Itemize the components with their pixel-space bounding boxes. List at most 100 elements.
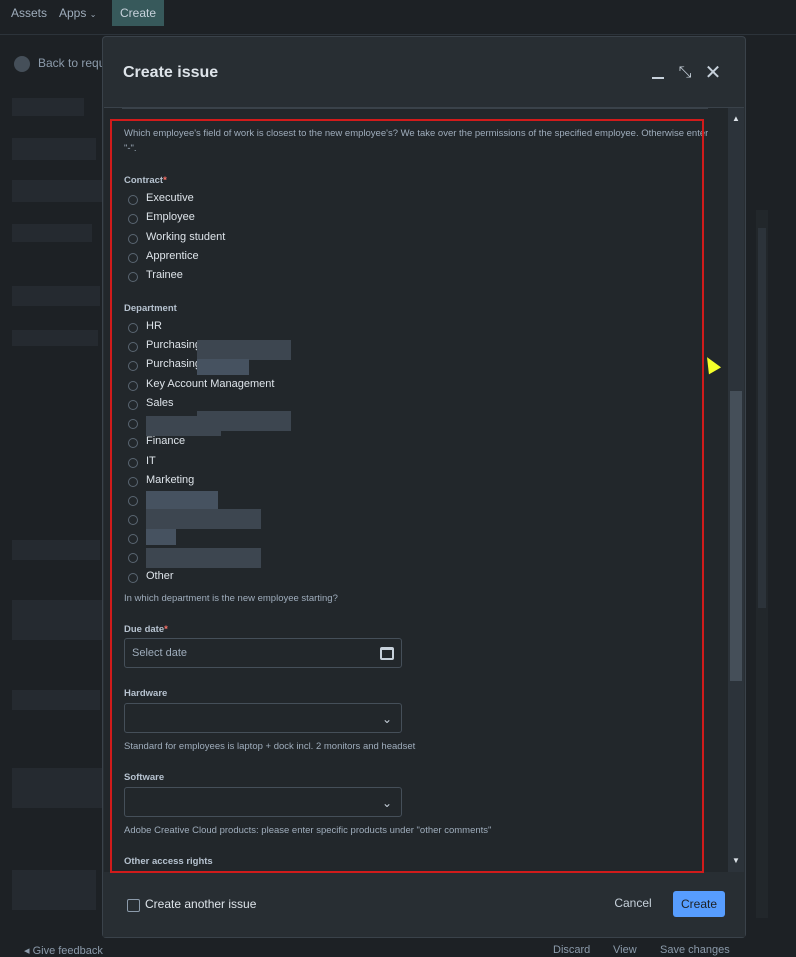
scroll-up-icon[interactable]: ▲ [731, 114, 741, 124]
page-scrollbar[interactable] [756, 210, 768, 918]
blurred-content [12, 286, 100, 306]
radio-circle [128, 534, 138, 544]
radio-circle [128, 400, 138, 410]
view-button[interactable]: View [613, 944, 637, 956]
dialog-body: Which employee's field of work is closes… [104, 107, 744, 872]
contract-label: Contract* [124, 175, 167, 186]
blurred-content [12, 690, 100, 710]
megaphone-icon: ◂ [24, 945, 33, 957]
department-hint: In which department is the new employee … [124, 593, 338, 604]
close-icon[interactable]: ✕ [704, 63, 722, 83]
give-feedback-label: Give feedback [32, 945, 103, 957]
radio-label: Finance [146, 435, 186, 447]
blurred-content [12, 600, 102, 640]
radio-circle [128, 438, 138, 448]
radio-circle [128, 272, 138, 282]
hardware-label: Hardware [124, 688, 168, 699]
radio-label: Employee [146, 211, 195, 223]
chevron-down-icon: ⌄ [89, 10, 97, 19]
radio-circle [128, 361, 138, 371]
radio-label: IT [146, 455, 156, 467]
hardware-select[interactable]: ⌄ [124, 703, 402, 733]
redacted-text [146, 491, 218, 509]
scroll-down-icon[interactable]: ▼ [731, 856, 741, 866]
radio-label: Trainee [146, 269, 183, 281]
discard-button[interactable]: Discard [553, 944, 590, 956]
radio-circle [128, 234, 138, 244]
radio-label: Apprentice [146, 250, 199, 262]
create-another-label[interactable]: Create another issue [145, 897, 256, 911]
blurred-content [12, 768, 102, 808]
back-link-label: Back to reque [38, 56, 113, 71]
chevron-down-icon: ⌄ [381, 712, 393, 726]
save-changes-button[interactable]: Save changes [660, 944, 730, 956]
radio-circle [128, 515, 138, 525]
redacted-text [146, 529, 176, 545]
software-label: Software [124, 772, 165, 783]
calendar-icon[interactable] [380, 647, 394, 660]
nav-apps[interactable]: Apps ⌄ [59, 6, 96, 20]
dialog-scrollbar-thumb[interactable] [730, 391, 742, 681]
radio-label: Purchasing [146, 339, 202, 351]
intro-hint-text-2: "-". [124, 143, 137, 154]
radio-circle [128, 573, 138, 583]
redacted-text [146, 509, 261, 529]
department-label: Department [124, 303, 177, 314]
dialog-scrollbar[interactable]: ▲ ▼ [728, 108, 744, 872]
contract-label-text: Contract [124, 175, 164, 186]
back-to-request-link[interactable]: Back to reque [14, 56, 112, 72]
create-button[interactable]: Create [673, 891, 725, 917]
redacted-text [146, 548, 261, 568]
radio-label: Sales [146, 397, 174, 409]
redacted-text [146, 416, 221, 436]
radio-label: Marketing [146, 474, 195, 486]
blurred-content [12, 180, 102, 202]
form-content: Which employee's field of work is closes… [104, 108, 708, 872]
nav-create-button[interactable]: Create [112, 0, 164, 26]
dialog-footer: Create another issue Cancel Create [103, 872, 745, 937]
radio-label: HR [146, 320, 162, 332]
dialog-title: Create issue [123, 64, 219, 81]
collapse-icon[interactable]: ⤡ [676, 64, 694, 82]
nav-assets[interactable]: Assets [11, 6, 47, 20]
radio-circle [128, 419, 138, 429]
create-issue-dialog: Create issue ⤡ ✕ Which employee's field … [103, 37, 745, 937]
give-feedback-link[interactable]: ◂ Give feedback [24, 944, 103, 957]
radio-label: Executive [146, 192, 194, 204]
other-access-rights-label: Other access rights [124, 856, 213, 867]
nav-apps-label: Apps [59, 6, 87, 20]
radio-circle [128, 323, 138, 333]
page-scrollbar-thumb[interactable] [758, 228, 766, 608]
radio-circle [128, 553, 138, 563]
redacted-text [197, 340, 291, 360]
minimize-icon[interactable] [649, 64, 667, 82]
radio-label: Key Account Management [146, 378, 275, 390]
radio-circle [128, 381, 138, 391]
due-date-picker[interactable]: Select date [124, 638, 402, 668]
due-date-label: Due date* [124, 624, 168, 635]
radio-circle [128, 342, 138, 352]
cancel-button[interactable]: Cancel [607, 890, 659, 916]
divider [122, 108, 708, 109]
due-date-label-text: Due date [124, 624, 165, 635]
blurred-content [12, 98, 84, 116]
software-select[interactable]: ⌄ [124, 787, 402, 817]
arrow-left-icon [14, 56, 30, 72]
radio-circle [128, 477, 138, 487]
radio-label: Working student [146, 231, 226, 243]
required-marker: * [163, 175, 167, 186]
radio-label: Purchasing [146, 358, 202, 370]
radio-label: Other [146, 570, 174, 582]
radio-circle [128, 253, 138, 263]
blurred-content [12, 330, 98, 346]
blurred-content [12, 870, 96, 910]
hardware-hint: Standard for employees is laptop + dock … [124, 741, 416, 752]
date-placeholder: Select date [132, 647, 188, 659]
intro-hint: Which employee's field of work is closes… [124, 126, 708, 156]
radio-circle [128, 214, 138, 224]
intro-hint-text: Which employee's field of work is closes… [124, 128, 708, 139]
chevron-down-icon: ⌄ [381, 796, 393, 810]
required-marker: * [164, 624, 168, 635]
software-hint: Adobe Creative Cloud products: please en… [124, 825, 492, 836]
create-another-checkbox[interactable] [127, 899, 140, 912]
